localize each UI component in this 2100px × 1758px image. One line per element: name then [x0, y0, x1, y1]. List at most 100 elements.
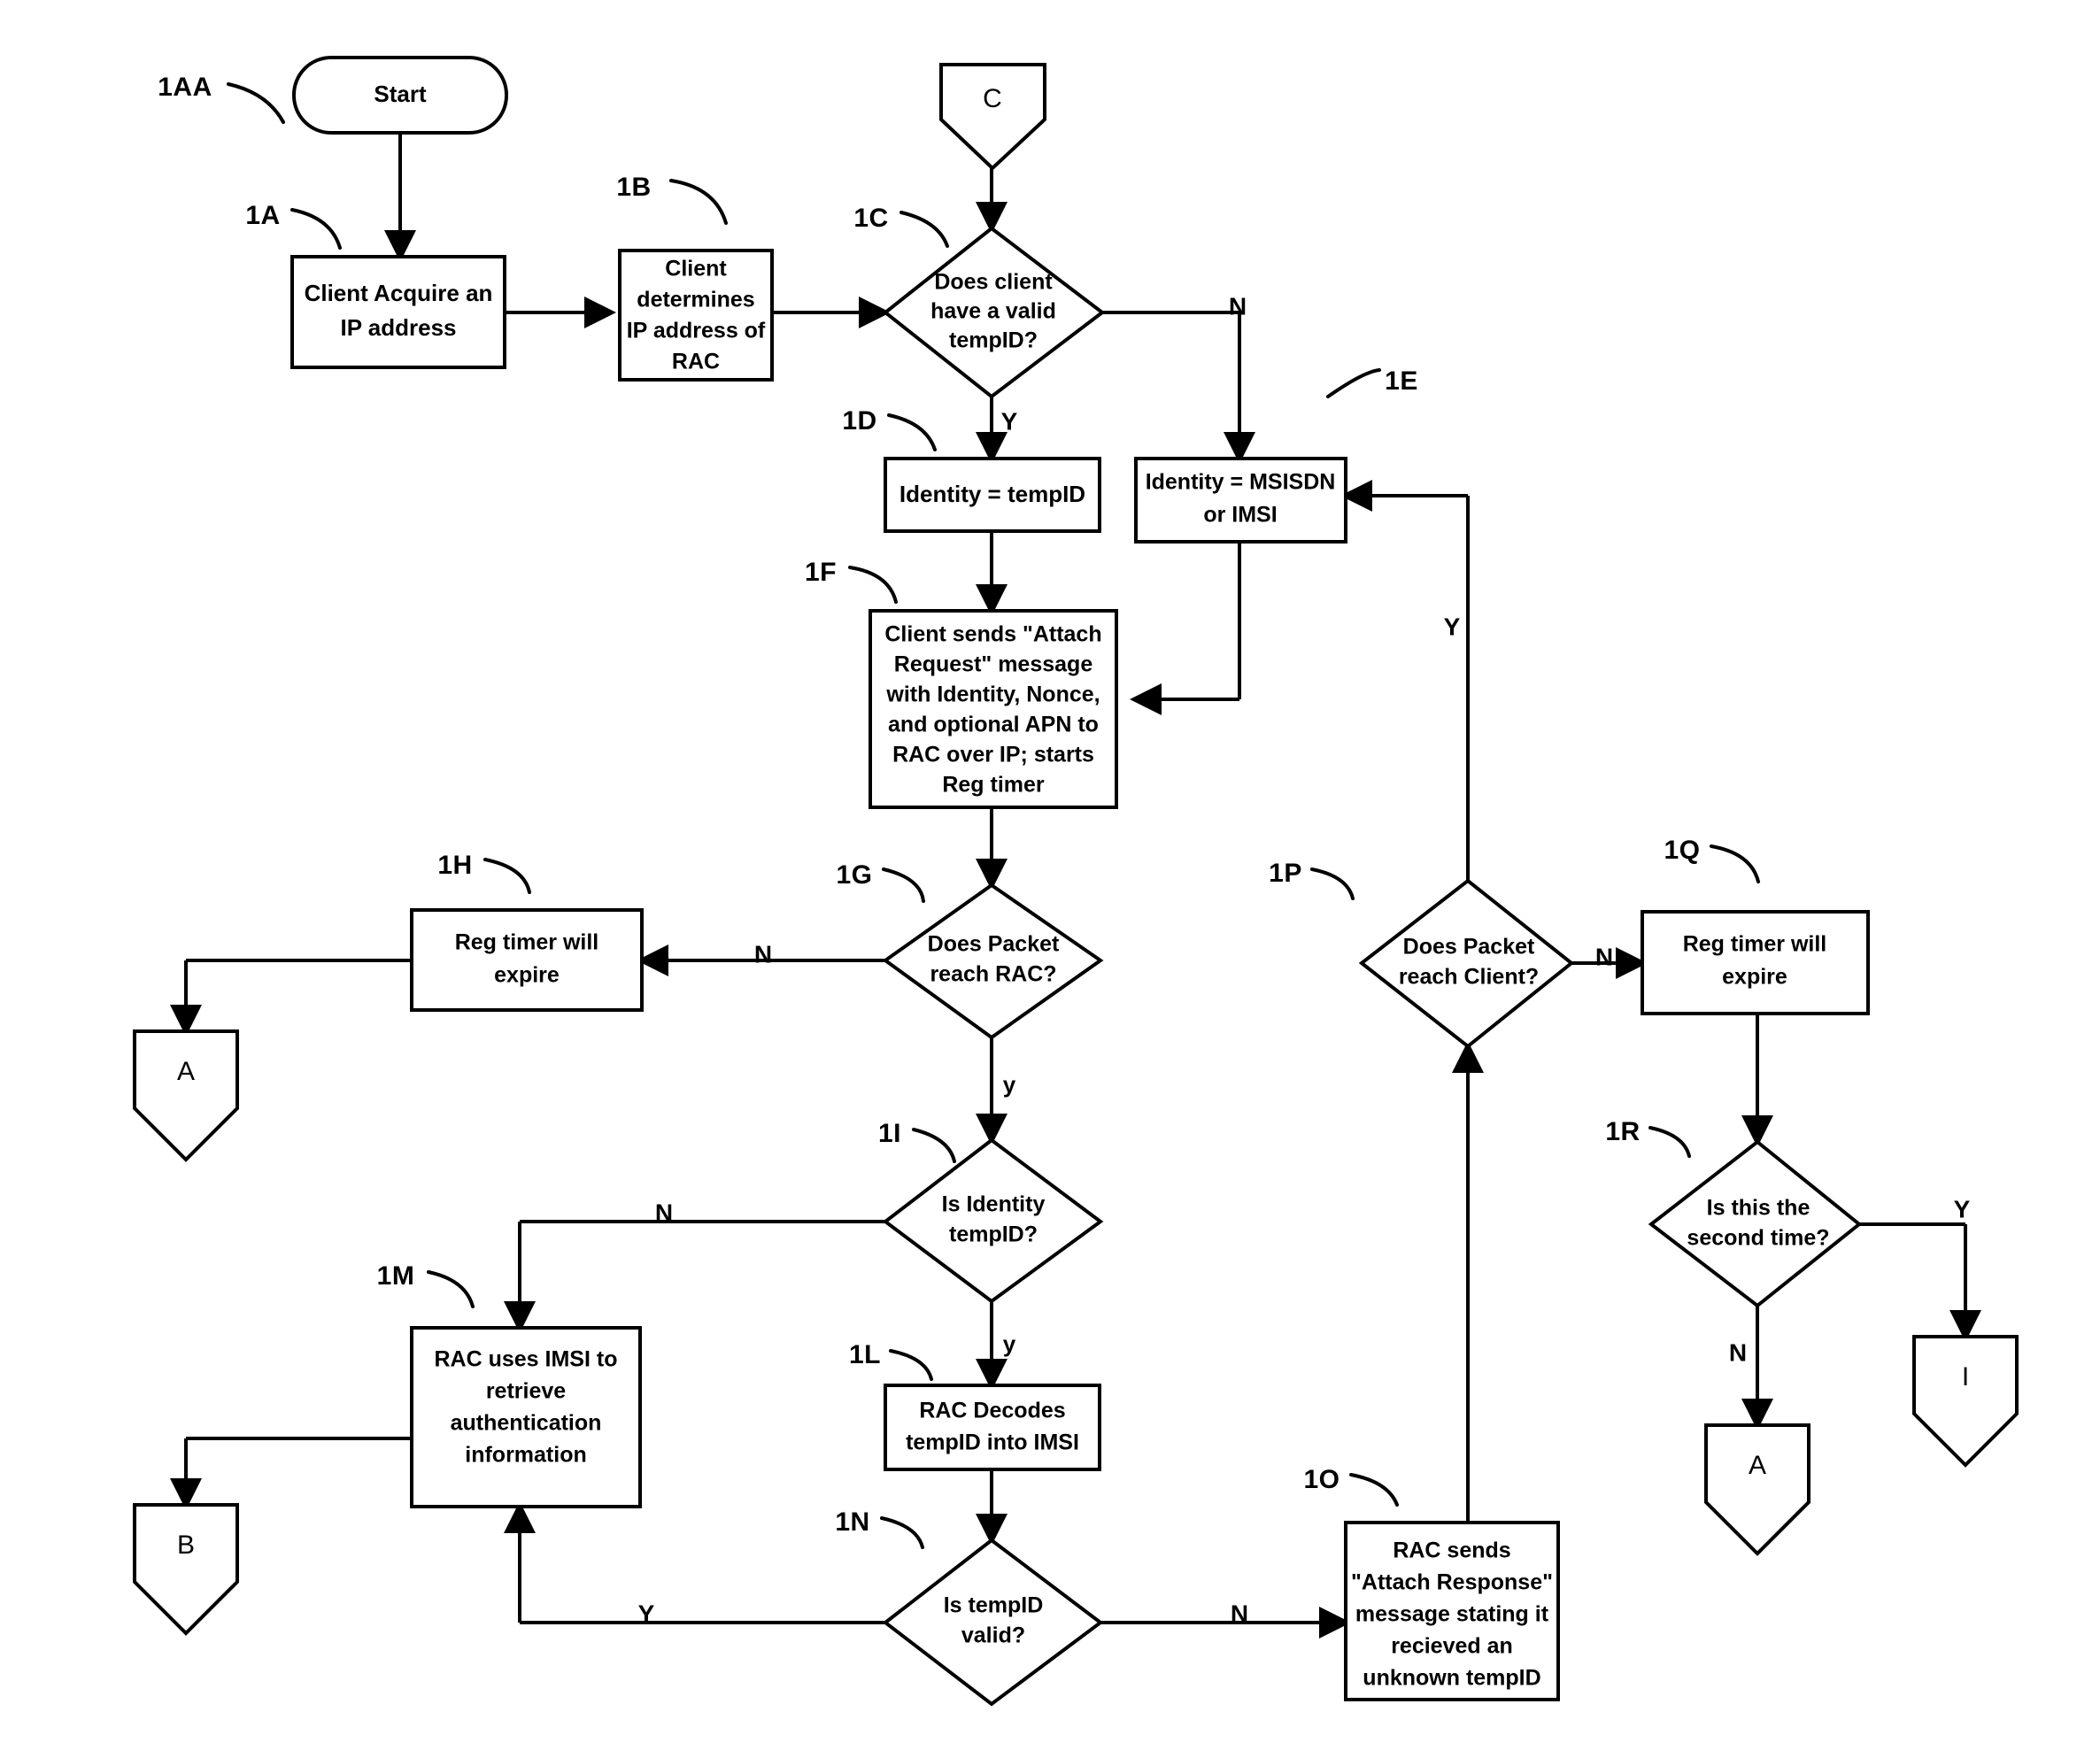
ref-1G: 1G	[836, 860, 925, 903]
ref-1H: 1H	[437, 851, 531, 894]
node-is-identity-line1: Is Identity	[942, 1192, 1046, 1217]
node-valid-tempid: Does client have a valid tempID?	[882, 226, 1106, 399]
node-reg-timer-left-line1: Reg timer will	[455, 930, 599, 955]
node-reg-timer-right-line1: Reg timer will	[1683, 932, 1827, 957]
node-is-identity-tempid: Is Identity tempID?	[882, 1137, 1104, 1304]
ref-1C-label: 1C	[853, 204, 888, 233]
node-rac-sends-line5: unknown tempID	[1363, 1666, 1540, 1691]
node-packet-reach-rac-line2: reach RAC?	[930, 962, 1056, 987]
node-rac-sends-response: RAC sends "Attach Response" message stat…	[1344, 1521, 1560, 1701]
node-determine-rac-line4: RAC	[672, 350, 720, 374]
connector-i-right: I	[1912, 1335, 2019, 1468]
node-second-time-line1: Is this the	[1707, 1196, 1810, 1221]
ref-1B-label: 1B	[616, 173, 651, 202]
ref-1P: 1P	[1269, 859, 1355, 900]
node-attach-request-line2: Request" message	[894, 652, 1093, 677]
ref-1L-label: 1L	[849, 1340, 881, 1369]
connector-b-left: B	[133, 1503, 239, 1636]
connector-a-left-label: A	[177, 1057, 195, 1086]
node-attach-request-line6: Reg timer	[942, 773, 1045, 798]
node-valid-tempid-line3: tempID?	[949, 328, 1038, 353]
node-acquire-ip-line2: IP address	[340, 314, 456, 341]
node-start-label: Start	[374, 81, 427, 107]
ref-1M-label: 1M	[377, 1261, 415, 1291]
node-rac-sends-line4: recieved an	[1391, 1634, 1513, 1659]
edge-label-tempid-valid-no: N	[1231, 1600, 1248, 1627]
node-second-time: Is this the second time?	[1648, 1139, 1863, 1308]
node-packet-reach-rac: Does Packet reach RAC?	[882, 883, 1104, 1040]
node-rac-uses-imsi-line1: RAC uses IMSI to	[435, 1347, 618, 1372]
edge-label-is-identity-yes: y	[1003, 1330, 1016, 1357]
node-start: Start	[292, 56, 508, 135]
edge-label-packet-rac-yes: y	[1003, 1071, 1016, 1098]
ref-1D-label: 1D	[842, 406, 876, 436]
connector-a-left: A	[133, 1029, 239, 1162]
node-determine-rac-line3: IP address of	[627, 319, 766, 343]
node-attach-request: Client sends "Attach Request" message wi…	[869, 609, 1118, 809]
node-identity-msisdn-line2: or IMSI	[1203, 503, 1277, 528]
edge-label-valid-tempid-no: N	[1229, 292, 1247, 320]
node-identity-tempid-line1: Identity = tempID	[899, 481, 1085, 507]
connector-a-right-label: A	[1749, 1451, 1766, 1480]
ref-1C: 1C	[853, 204, 949, 248]
edge-label-valid-tempid-yes: Y	[1001, 407, 1018, 435]
ref-1N-label: 1N	[835, 1507, 869, 1537]
node-is-tempid-valid: Is tempID valid?	[882, 1538, 1104, 1707]
ref-1A: 1A	[245, 201, 342, 250]
node-packet-reach-client-line1: Does Packet	[1403, 935, 1535, 960]
node-packet-reach-rac-line1: Does Packet	[928, 932, 1060, 957]
ref-1F-label: 1F	[805, 558, 837, 587]
ref-1AA: 1AA	[158, 73, 285, 124]
node-valid-tempid-line1: Does client	[934, 270, 1053, 295]
ref-1P-label: 1P	[1269, 859, 1302, 888]
edge-label-packet-rac-no: N	[754, 940, 772, 968]
edge-label-second-time-yes: Y	[1954, 1195, 1971, 1222]
node-rac-decodes: RAC Decodes tempID into IMSI	[884, 1384, 1101, 1471]
ref-1I-label: 1I	[878, 1119, 901, 1148]
edge-label-tempid-valid-yes: Y	[638, 1600, 655, 1627]
ref-1R-label: 1R	[1605, 1117, 1640, 1146]
edge-label-second-time-no: N	[1729, 1338, 1747, 1366]
node-identity-msisdn-line1: Identity = MSISDN	[1146, 470, 1336, 495]
connector-i-right-label: I	[1962, 1362, 1969, 1392]
edge-label-packet-client-yes: Y	[1444, 613, 1461, 640]
node-reg-timer-expire-left: Reg timer will expire	[410, 908, 644, 1012]
node-determine-rac-line2: determines	[637, 288, 754, 312]
node-second-time-line2: second time?	[1687, 1226, 1829, 1251]
flowchart-canvas: Start Client Acquire an IP address Clien…	[133, 56, 2019, 1707]
node-determine-rac: Client determines IP address of RAC	[618, 249, 774, 382]
ref-1E: 1E	[1326, 366, 1418, 398]
ref-1L: 1L	[849, 1340, 933, 1381]
ref-1O-label: 1O	[1303, 1465, 1340, 1494]
ref-1Q-label: 1Q	[1664, 836, 1700, 865]
ref-1D: 1D	[842, 406, 937, 451]
node-identity-tempid: Identity = tempID	[884, 457, 1101, 533]
connector-c-in: C	[939, 63, 1046, 171]
ref-1F: 1F	[805, 558, 898, 604]
ref-1B: 1B	[616, 173, 728, 225]
node-reg-timer-expire-right: Reg timer will expire	[1641, 910, 1870, 1015]
node-is-identity-line2: tempID?	[949, 1222, 1038, 1247]
node-identity-msisdn: Identity = MSISDN or IMSI	[1134, 457, 1347, 544]
ref-1Q: 1Q	[1664, 836, 1760, 883]
node-rac-decodes-line1: RAC Decodes	[919, 1399, 1065, 1423]
node-reg-timer-right-line2: expire	[1722, 965, 1787, 990]
ref-1N: 1N	[835, 1507, 924, 1549]
node-rac-sends-line1: RAC sends	[1393, 1538, 1510, 1563]
node-is-tempid-valid-line1: Is tempID	[944, 1593, 1044, 1618]
ref-1AA-label: 1AA	[158, 73, 212, 102]
node-rac-uses-imsi-line4: information	[465, 1443, 587, 1468]
node-acquire-ip-line1: Client Acquire an	[305, 280, 493, 306]
ref-1R: 1R	[1605, 1117, 1691, 1158]
ref-1M: 1M	[377, 1261, 475, 1308]
connector-b-left-label: B	[177, 1531, 195, 1560]
flowchart-diagram: Start Client Acquire an IP address Clien…	[0, 0, 2100, 1758]
node-rac-decodes-line2: tempID into IMSI	[906, 1430, 1079, 1455]
connector-a-right: A	[1704, 1423, 1810, 1556]
node-attach-request-line5: RAC over IP; starts	[892, 743, 1094, 767]
ref-1E-label: 1E	[1385, 366, 1418, 396]
connector-c-label: C	[983, 84, 1002, 113]
node-acquire-ip: Client Acquire an IP address	[290, 255, 506, 369]
node-reg-timer-left-line2: expire	[494, 963, 560, 988]
node-rac-uses-imsi-line3: authentication	[451, 1411, 602, 1436]
